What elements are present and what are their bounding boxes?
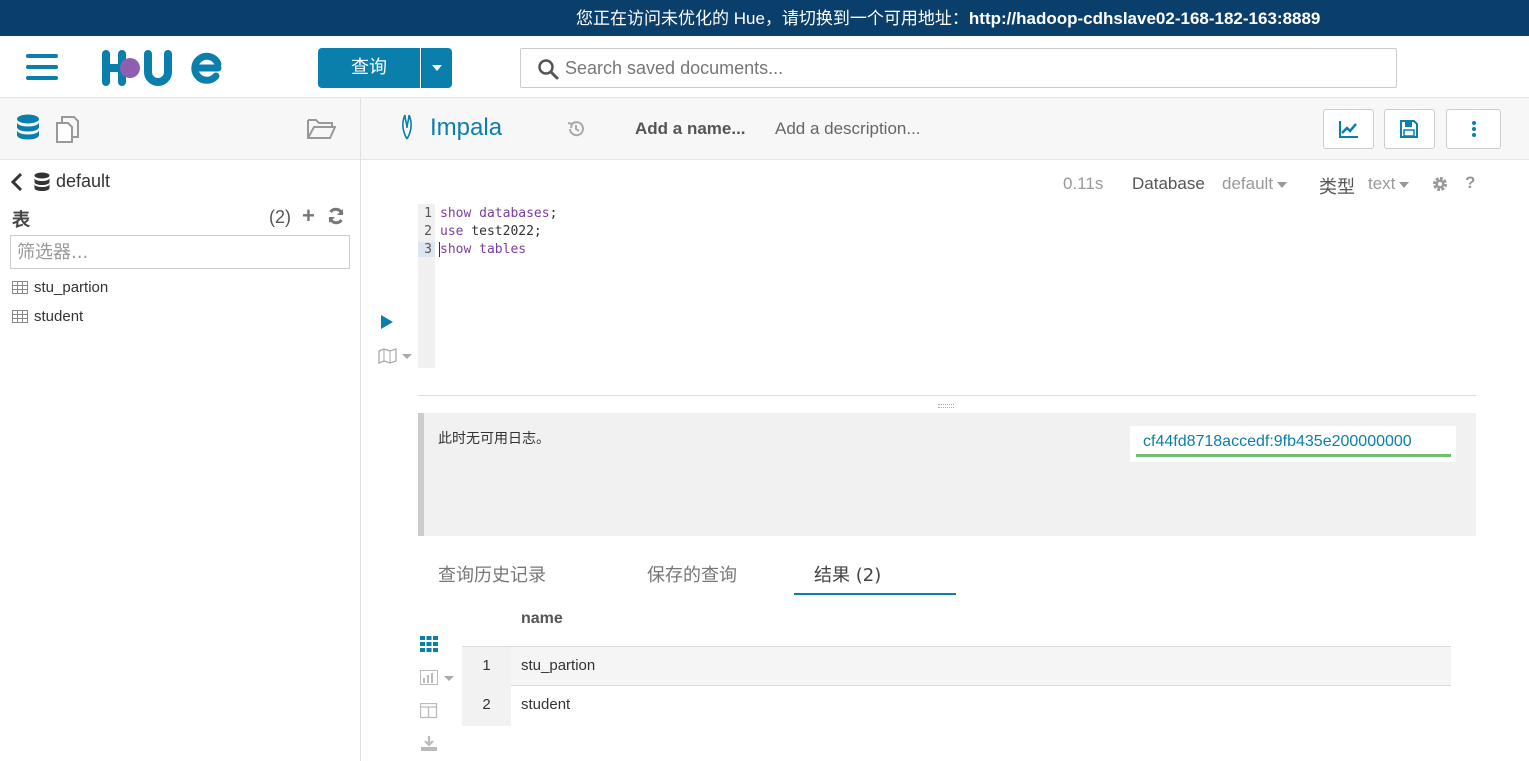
query-name-input[interactable]: Add a name... [635,119,746,139]
text-cursor [439,242,440,257]
type-label: 类型 [1319,177,1355,198]
hue-logo[interactable] [100,50,224,86]
execute-play-icon[interactable] [380,314,394,330]
vertical-ellipsis-icon [1472,121,1476,137]
hamburger-menu-icon[interactable] [26,54,58,80]
database-value: default [1222,174,1274,193]
search-input[interactable] [565,55,1385,81]
tables-heading: 表 [12,210,30,230]
table-name: student [34,308,84,325]
row-index: 1 [462,647,511,687]
banner-url-link[interactable]: http://hadoop-cdhslave02-168-182-163:888… [969,9,1320,28]
query-button[interactable]: 查询 [318,48,420,88]
top-header: 查询 [0,36,1529,98]
line-number: 2 [424,224,432,239]
row-index: 2 [462,686,511,726]
table-name: stu_partion [34,279,109,296]
download-icon[interactable] [420,736,438,752]
chart-button[interactable] [1323,109,1374,149]
documents-icon[interactable] [54,115,82,143]
tab-results[interactable]: 结果 (2) [814,561,881,587]
impala-icon [402,114,412,140]
code-keyword: use [440,224,464,239]
line-number: 1 [424,206,432,221]
table-filter-input[interactable] [10,235,350,269]
more-options-button[interactable] [1446,109,1501,149]
table-row[interactable]: 1 stu_partion [462,646,1451,687]
caret-down-icon [1277,181,1288,188]
table-row[interactable]: 2 student [462,686,1451,726]
editor-divider [418,395,1476,396]
code-line: show databases; [440,206,557,221]
code-line: use test2022; [440,224,542,239]
help-icon[interactable]: ? [1465,173,1475,193]
progress-bar [1136,454,1451,457]
banner-message: 您正在访问未优化的 Hue，请切换到一个可用地址：http://hadoop-c… [576,4,1320,29]
type-value: text [1368,174,1396,193]
type-selector[interactable]: text [1368,174,1410,194]
query-dropdown-caret-icon[interactable] [421,48,452,88]
line-number: 3 [418,242,435,257]
assist-toolbar [0,98,360,160]
log-message: 此时无可用日志。 [438,431,550,447]
table-icon [12,281,28,294]
table-icon [12,310,28,323]
tab-saved-queries[interactable]: 保存的查询 [647,561,737,587]
log-panel: 此时无可用日志。 cf44fd8718accedf:9fb435e2000000… [418,413,1476,536]
tables-count: (2) [269,207,291,227]
database-name: default [56,171,111,191]
cell-value: stu_partion [521,657,596,674]
resize-grip-icon[interactable] [938,404,954,408]
database-selector[interactable]: default [1222,174,1288,194]
banner-text: 您正在访问未优化的 Hue，请切换到一个可用地址： [576,9,969,28]
database-label: Database [1132,174,1205,193]
line-chart-icon [1339,121,1358,138]
save-button[interactable] [1384,109,1435,149]
query-id-text: cf44fd8718accedf:9fb435e200000000 [1143,433,1412,450]
tab-query-history[interactable]: 查询历史记录 [438,561,546,587]
add-table-plus-icon[interactable]: + [302,205,315,227]
folder-open-icon[interactable] [306,116,336,140]
bar-chart-dropdown-icon[interactable] [420,670,456,686]
search-icon [538,59,559,80]
code-text: ; [549,206,558,221]
engine-title[interactable]: Impala [430,114,502,142]
table-item[interactable]: student [12,308,83,325]
code-text: test2022; [463,224,542,239]
editor-topbar: Impala Add a name... Add a description..… [361,98,1529,160]
grid-view-icon[interactable] [420,636,438,652]
table-item[interactable]: stu_partion [12,279,108,296]
left-assist-panel: default 表 (2) + stu_partion student [0,98,361,761]
database-icon [34,172,50,191]
code-keyword: show tables [440,242,527,257]
query-id-link[interactable]: cf44fd8718accedf:9fb435e200000000 [1130,426,1456,462]
notice-banner: 您正在访问未优化的 Hue，请切换到一个可用地址：http://hadoop-c… [0,0,1529,36]
query-description-input[interactable]: Add a description... [775,119,921,139]
history-icon[interactable] [567,120,585,138]
map-dropdown-icon[interactable] [378,348,414,364]
caret-down-icon [1399,181,1410,188]
database-breadcrumb[interactable]: default [10,171,110,192]
code-keyword: show databases [440,206,550,221]
execution-time: 0.11s [1063,174,1104,193]
result-column-header[interactable]: name [521,610,563,628]
columns-icon[interactable] [420,703,438,719]
refresh-icon[interactable] [327,207,345,225]
back-chevron-icon[interactable] [10,172,24,192]
active-tab-indicator [794,593,956,595]
cell-value: student [521,696,571,713]
search-box [520,48,1397,88]
code-editor[interactable]: 1 2 3 show databases; use test2022; show… [418,204,1476,368]
gear-icon[interactable] [1431,175,1449,193]
code-line: show tables [440,242,526,257]
save-floppy-icon [1400,120,1418,138]
database-icon[interactable] [16,114,40,142]
